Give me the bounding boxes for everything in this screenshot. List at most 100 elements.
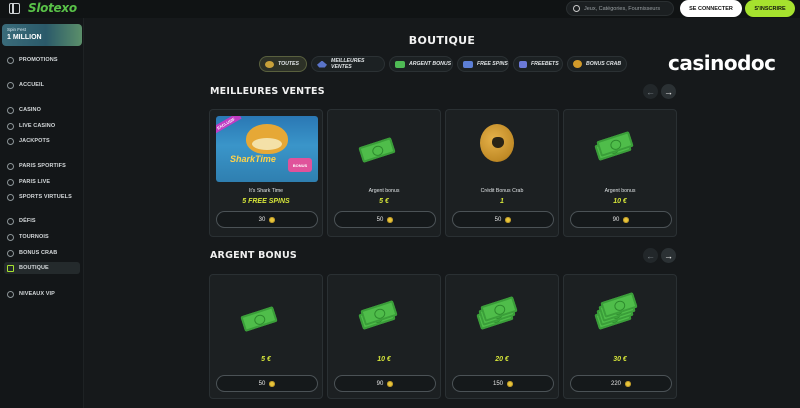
sidebar-item-paris-sportifs[interactable]: PARIS SPORTIFS — [7, 160, 83, 172]
arrow-left-icon[interactable]: ← — [643, 84, 658, 99]
tab-label: TOUTES — [278, 61, 299, 67]
product-name: Argent bonus — [604, 188, 636, 194]
price-button[interactable]: 50 — [334, 211, 436, 228]
top-bar: Slotexo SE CONNECTER S'INSCRIRE — [0, 0, 800, 18]
crab-coin-icon — [480, 124, 514, 162]
price-button[interactable]: 50 — [216, 375, 318, 392]
sidebar-item-paris-live[interactable]: PARIS LIVE — [7, 176, 83, 188]
product-value: 5 € — [261, 356, 271, 363]
price-button[interactable]: 90 — [570, 211, 672, 228]
sidebar-item-defis[interactable]: DÉFIS — [7, 215, 83, 227]
star-icon — [317, 60, 327, 68]
sidebar-item-label: LIVE CASINO — [19, 123, 56, 129]
login-button[interactable]: SE CONNECTER — [680, 0, 742, 17]
virtual-icon — [7, 193, 14, 201]
tab-argent-bonus[interactable]: ARGENT BONUS — [389, 56, 453, 72]
product-name: Argent bonus — [368, 188, 400, 194]
arrow-right-icon[interactable]: → — [661, 84, 676, 99]
banner-subtitle: Spin Fest — [7, 27, 27, 32]
product-name: Crédit Bonus Crab — [480, 188, 524, 194]
sidebar-item-label: PARIS LIVE — [19, 179, 51, 185]
price-button[interactable]: 50 — [452, 211, 554, 228]
vip-icon — [7, 290, 14, 298]
price-value: 220 — [610, 380, 621, 387]
crab-icon — [573, 60, 582, 68]
price-value: 30 — [258, 216, 266, 223]
sidebar-item-label: JACKPOTS — [19, 138, 50, 144]
tab-label: ARGENT BONUS — [409, 61, 452, 67]
crab-icon — [7, 249, 14, 257]
section-title-meilleures-ventes: MEILLEURES VENTES — [210, 86, 325, 97]
product-value: 10 € — [377, 356, 391, 363]
tab-meilleures-ventes[interactable]: MEILLEURES VENTES — [311, 56, 385, 72]
site-logo[interactable]: Slotexo — [28, 1, 77, 15]
product-value: 20 € — [495, 356, 509, 363]
tab-toutes[interactable]: TOUTES — [259, 56, 307, 72]
tab-label: BONUS CRAB — [586, 61, 622, 67]
coin-icon — [269, 380, 276, 387]
shark-belly — [252, 138, 282, 150]
price-value: 50 — [494, 216, 502, 223]
arrow-left-icon[interactable]: ← — [643, 248, 658, 263]
product-card-shark-time[interactable]: EXCLUSIF SharkTime BONUS It's Shark Time… — [209, 109, 323, 237]
bill — [358, 137, 396, 163]
price-value: 50 — [258, 380, 266, 387]
tab-freebets[interactable]: FREEBETS — [513, 56, 563, 72]
price-button[interactable]: 220 — [570, 375, 672, 392]
tab-bonus-crab[interactable]: BONUS CRAB — [567, 56, 627, 72]
product-card-credit-bonus-crab[interactable]: Crédit Bonus Crab 1 50 — [445, 109, 559, 237]
product-value: 10 € — [613, 198, 627, 205]
sidebar-item-tournois[interactable]: TOURNOIS — [7, 231, 83, 243]
price-button[interactable]: 90 — [334, 375, 436, 392]
signup-button[interactable]: S'INSCRIRE — [745, 0, 795, 17]
sidebar-item-label: BOUTIQUE — [19, 265, 49, 271]
price-value: 90 — [612, 216, 620, 223]
product-card-argent-bonus-5[interactable]: Argent bonus 5 € 50 — [327, 109, 441, 237]
price-button[interactable]: 30 — [216, 211, 318, 228]
sidebar-item-label: DÉFIS — [19, 218, 36, 224]
sidebar: Spin Fest 1 MILLION PROMOTIONS ACCUEIL C… — [0, 18, 84, 408]
search-input[interactable] — [583, 5, 673, 12]
sidebar-item-casino[interactable]: CASINO — [7, 104, 83, 116]
sidebar-item-accueil[interactable]: ACCUEIL — [7, 79, 83, 91]
product-card-argent-bonus-5[interactable]: 5 € 50 — [209, 274, 323, 399]
sidebar-item-sports-virtuels[interactable]: SPORTS VIRTUELS — [7, 191, 83, 203]
price-value: 90 — [376, 380, 384, 387]
spin-icon — [463, 60, 473, 68]
coin-icon — [625, 380, 631, 387]
sidebar-item-label: TOURNOIS — [19, 234, 49, 240]
product-value: 5 € — [379, 198, 389, 205]
search-box[interactable] — [566, 1, 674, 16]
arrow-right-icon[interactable]: → — [661, 248, 676, 263]
price-button[interactable]: 150 — [452, 375, 554, 392]
product-card-argent-bonus-10[interactable]: Argent bonus 10 € 90 — [563, 109, 677, 237]
product-card-argent-bonus-10[interactable]: 10 € 90 — [327, 274, 441, 399]
sidebar-item-boutique[interactable]: BOUTIQUE — [4, 262, 80, 274]
sidebar-item-label: PROMOTIONS — [19, 57, 58, 63]
sidebar-item-promotions[interactable]: PROMOTIONS — [7, 54, 83, 66]
tab-label: MEILLEURES VENTES — [331, 58, 365, 70]
price-value: 50 — [376, 216, 384, 223]
carousel-nav: ← → — [643, 248, 677, 263]
product-card-argent-bonus-30[interactable]: 30 € 220 — [563, 274, 677, 399]
sidebar-item-label: CASINO — [19, 107, 41, 113]
sidebar-item-jackpots[interactable]: JACKPOTS — [7, 135, 83, 147]
coin-icon — [507, 380, 513, 387]
sidebar-item-niveaux-vip[interactable]: NIVEAUX VIP — [7, 288, 83, 300]
target-icon — [7, 217, 14, 225]
live-bet-icon — [7, 178, 14, 186]
coin-icon — [387, 380, 394, 387]
sidebar-item-live-casino[interactable]: LIVE CASINO — [7, 120, 83, 132]
ball-icon — [7, 162, 14, 170]
slot-icon — [7, 106, 14, 114]
game-logo: SharkTime — [230, 154, 276, 164]
sidebar-item-label: PARIS SPORTIFS — [19, 163, 66, 169]
trophy-icon — [7, 233, 14, 241]
price-value: 150 — [492, 380, 503, 387]
sidebar-item-label: ACCUEIL — [19, 82, 45, 88]
sidebar-item-bonus-crab[interactable]: BONUS CRAB — [7, 247, 83, 259]
tab-free-spins[interactable]: FREE SPINS — [457, 56, 509, 72]
sidebar-toggle-icon[interactable] — [9, 3, 20, 14]
product-card-argent-bonus-20[interactable]: 20 € 150 — [445, 274, 559, 399]
coin-icon — [505, 216, 512, 223]
